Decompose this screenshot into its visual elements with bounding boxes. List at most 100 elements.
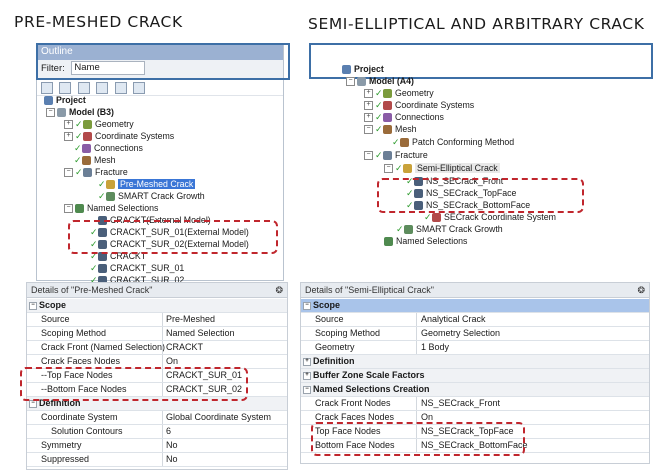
tree-item-semi-elliptical-crack[interactable]: − ✓ Semi-Elliptical Crack	[384, 163, 500, 174]
method-icon	[400, 138, 409, 148]
toolbar-icon-5[interactable]	[114, 82, 127, 94]
expand-icon[interactable]: +	[64, 132, 73, 142]
tree-item-named-selections[interactable]: Named Selections	[384, 236, 467, 247]
tree-item-geometry[interactable]: + ✓ Geometry	[364, 88, 434, 99]
outline-header-frame	[36, 43, 290, 80]
coordinate-icon	[432, 213, 441, 223]
collapse-icon[interactable]: −	[303, 386, 311, 394]
tree-item-smart-crack-growth[interactable]: ✓ SMART Crack Growth	[98, 191, 205, 202]
tree-item-mesh[interactable]: ✓ Mesh	[74, 155, 116, 166]
check-icon: ✓	[74, 143, 82, 154]
smart-growth-icon	[106, 192, 115, 202]
section-scope[interactable]: − Scope	[301, 299, 649, 313]
expand-icon[interactable]: +	[303, 372, 311, 380]
check-icon: ✓	[90, 263, 98, 274]
detail-row[interactable]: Scoping Method Geometry Selection	[301, 327, 649, 341]
tree-item-coordinate-systems[interactable]: + ✓ Coordinate Systems	[364, 100, 474, 111]
section-buffer-zone[interactable]: + Buffer Zone Scale Factors	[301, 369, 649, 383]
tree-item-geometry[interactable]: + ✓ Geometry	[64, 119, 134, 130]
tree-item-secrack-coordinate[interactable]: ✓ SECrack Coordinate System	[424, 212, 556, 223]
selection-icon	[98, 264, 107, 274]
highlight-box-ns-faces	[377, 178, 584, 213]
section-named-selections-creation[interactable]: − Named Selections Creation	[301, 383, 649, 397]
fracture-icon	[383, 151, 392, 161]
check-icon: ✓	[75, 131, 83, 142]
expand-icon[interactable]: +	[364, 101, 373, 111]
connections-icon	[383, 113, 392, 123]
collapse-icon[interactable]: −	[29, 400, 37, 408]
expand-icon[interactable]: +	[64, 120, 73, 130]
collapse-icon[interactable]: −	[346, 77, 355, 87]
collapse-icon[interactable]: −	[29, 302, 37, 310]
tree-item-project[interactable]: Project	[44, 95, 86, 106]
tree-item-smart-crack-growth[interactable]: ✓ SMART Crack Growth	[396, 224, 503, 235]
toolbar-icon-4[interactable]	[96, 82, 109, 94]
pin-icon[interactable]: ❂	[637, 283, 645, 297]
detail-row[interactable]: Source Analytical Crack	[301, 313, 649, 327]
check-icon: ✓	[375, 112, 383, 123]
collapse-icon[interactable]: −	[64, 168, 73, 178]
geometry-icon	[83, 120, 92, 130]
expand-icon[interactable]: +	[364, 89, 373, 99]
tree-item-fracture[interactable]: − ✓ Fracture	[364, 150, 428, 161]
detail-row[interactable]: Scoping Method Named Selection	[27, 327, 287, 341]
detail-row[interactable]: Source Pre-Meshed	[27, 313, 287, 327]
tree-item-mesh[interactable]: − ✓ Mesh	[364, 124, 417, 135]
pin-icon[interactable]: ❂	[275, 283, 283, 297]
tree-item-named-selections[interactable]: − Named Selections	[64, 203, 158, 214]
tree-item-project[interactable]: Project	[342, 64, 384, 75]
highlight-box-face-nodes	[20, 367, 248, 401]
tree-item-coordinate-systems[interactable]: + ✓ Coordinate Systems	[64, 131, 174, 142]
tree-item-ns-5[interactable]: ✓ CRACKT_SUR_01	[90, 263, 184, 274]
section-definition[interactable]: + Definition	[301, 355, 649, 369]
smart-growth-icon	[404, 225, 413, 235]
tree-item-connections[interactable]: + ✓ Connections	[364, 112, 444, 123]
project-icon	[44, 96, 53, 106]
collapse-icon[interactable]: −	[364, 151, 373, 161]
tree-item-model[interactable]: − Model (A4)	[346, 76, 414, 87]
named-selections-icon	[384, 237, 393, 247]
toolbar-icon-3[interactable]	[77, 82, 90, 94]
detail-row[interactable]: Coordinate System Global Coordinate Syste…	[27, 411, 287, 425]
check-icon: ✓	[424, 212, 432, 223]
check-icon: ✓	[375, 150, 383, 161]
collapse-icon[interactable]: −	[384, 164, 393, 174]
detail-row[interactable]: Crack Front Nodes NS_SECrack_Front	[301, 397, 649, 411]
detail-row[interactable]: Crack Front (Named Selection) CRACKT	[27, 341, 287, 355]
model-icon	[57, 108, 66, 118]
detail-row[interactable]: Suppressed No	[27, 453, 287, 467]
expand-icon[interactable]: +	[303, 358, 311, 366]
toolbar-icon-6[interactable]	[133, 82, 146, 94]
collapse-icon[interactable]: −	[303, 302, 311, 310]
tree-item-model[interactable]: − Model (B3)	[46, 107, 114, 118]
tree-item-fracture[interactable]: − ✓ Fracture	[64, 167, 128, 178]
tree-item-pre-meshed-crack[interactable]: ✓ Pre-Meshed Crack	[98, 179, 196, 190]
mesh-icon	[383, 125, 392, 135]
check-icon: ✓	[375, 124, 383, 135]
highlight-box-face-nodes-right	[311, 422, 525, 456]
toolbar-icon-1[interactable]	[41, 82, 53, 94]
coordinate-icon	[383, 101, 392, 111]
check-icon: ✓	[396, 224, 404, 235]
detail-row[interactable]: Symmetry No	[27, 439, 287, 453]
tree-item-patch-conforming[interactable]: ✓ Patch Conforming Method	[392, 137, 514, 148]
tree-item-connections[interactable]: ✓ Connections	[74, 143, 143, 154]
details-title: Details of "Semi-Elliptical Crack" ❂	[301, 283, 649, 298]
highlight-box-external-surfaces	[68, 220, 278, 254]
expand-icon[interactable]: +	[364, 113, 373, 123]
coordinate-icon	[83, 132, 92, 142]
crack-icon	[403, 164, 412, 174]
detail-row[interactable]: Solution Contours 6	[27, 425, 287, 439]
collapse-icon[interactable]: −	[364, 125, 373, 135]
right-heading: SEMI-ELLIPTICAL AND ARBITRARY CRACK	[308, 15, 645, 33]
check-icon: ✓	[375, 100, 383, 111]
check-icon: ✓	[75, 167, 83, 178]
check-icon: ✓	[98, 191, 106, 202]
collapse-icon[interactable]: −	[46, 108, 55, 118]
left-heading: PRE-MESHED CRACK	[14, 13, 183, 31]
collapse-icon[interactable]: −	[64, 204, 73, 214]
section-scope[interactable]: − Scope	[27, 299, 287, 313]
check-icon: ✓	[75, 119, 83, 130]
detail-row[interactable]: Geometry 1 Body	[301, 341, 649, 355]
toolbar-icon-2[interactable]	[59, 82, 72, 94]
